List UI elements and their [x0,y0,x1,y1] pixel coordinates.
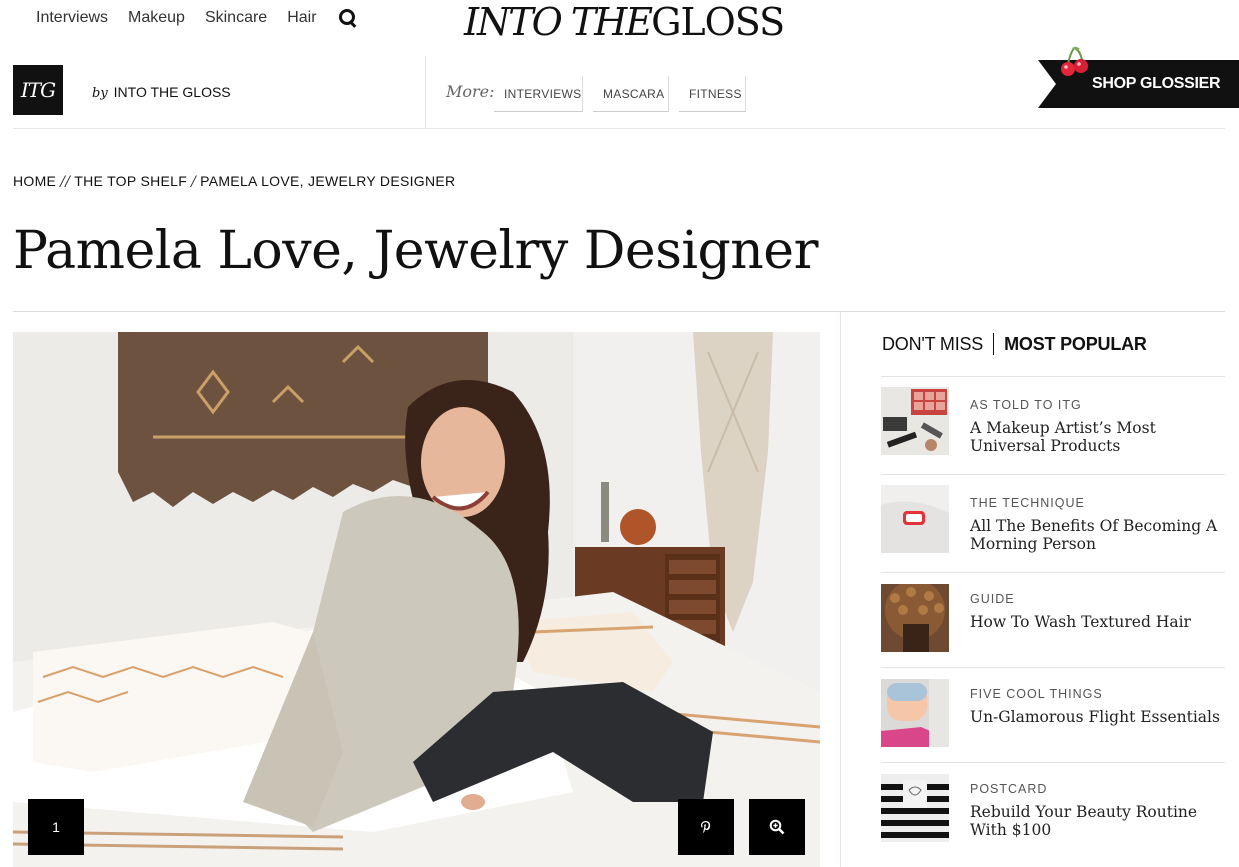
item-headline[interactable]: A Makeup Artist’s Most Universal Product… [970,419,1225,455]
thumbnail-makeup-products[interactable] [881,387,949,455]
itg-badge[interactable]: ITG [13,65,63,115]
logo-gloss: GLOSS [651,0,785,44]
thumbnail-alarm-clock[interactable] [881,485,949,553]
byline: by INTO THE GLOSS [92,84,231,101]
item-headline[interactable]: How To Wash Textured Hair [970,613,1225,631]
thumbnail-postcard[interactable] [881,774,949,842]
shop-label: SHOP GLOSSIER [1092,75,1221,92]
item-headline[interactable]: All The Benefits Of Becoming A Morning P… [970,517,1225,553]
tab-most-popular[interactable]: MOST POPULAR [1004,334,1147,355]
item-kicker: POSTCARD [970,782,1048,796]
breadcrumb-top-shelf[interactable]: THE TOP SHELF [74,173,187,189]
pinterest-icon[interactable] [678,799,734,855]
sidebar-divider [840,312,841,867]
hero-photo [13,332,820,867]
cherry-icon [1061,46,1088,76]
list-item[interactable]: AS TOLD TO ITG A Makeup Artist’s Most Un… [881,376,1225,474]
thumbnail-flight[interactable] [881,679,949,747]
title-divider [13,311,1225,312]
byline-author[interactable]: INTO THE GLOSS [114,84,231,100]
zoom-in-icon[interactable] [749,799,805,855]
search-icon[interactable] [338,9,357,27]
item-headline[interactable]: Rebuild Your Beauty Routine With $100 [970,803,1225,839]
item-kicker: THE TECHNIQUE [970,496,1085,510]
item-kicker: GUIDE [970,592,1015,606]
tag-mascara[interactable]: MASCARA [593,76,669,112]
byline-by: by [92,86,108,101]
page-title: Pamela Love, Jewelry Designer [13,221,818,281]
list-item[interactable]: POSTCARD Rebuild Your Beauty Routine Wit… [881,762,1225,857]
tag-fitness[interactable]: FITNESS [679,76,746,112]
breadcrumb-sep: // [60,174,71,190]
tab-separator [993,333,995,355]
thumbnail-textured-hair[interactable] [881,584,949,652]
item-kicker: AS TOLD TO ITG [970,398,1082,412]
primary-nav: Interviews Makeup Skincare Hair [36,9,357,27]
divider [425,56,426,128]
nav-hair[interactable]: Hair [287,9,316,27]
item-headline[interactable]: Un-Glamorous Flight Essentials [970,708,1225,726]
nav-skincare[interactable]: Skincare [205,9,267,27]
list-item[interactable]: GUIDE How To Wash Textured Hair [881,572,1225,667]
site-logo[interactable]: INTO THEGLOSS [464,0,785,44]
tag-interviews[interactable]: INTERVIEWS [494,76,583,112]
logo-into-the: INTO THE [464,0,653,44]
tab-dont-miss[interactable]: DON'T MISS [882,334,983,355]
item-kicker: FIVE COOL THINGS [970,687,1103,701]
nav-makeup[interactable]: Makeup [128,9,185,27]
sidebar-tabs: DON'T MISS MOST POPULAR [882,333,1147,355]
breadcrumb-current: PAMELA LOVE, JEWELRY DESIGNER [200,173,456,189]
list-item[interactable]: FIVE COOL THINGS Un-Glamorous Flight Ess… [881,667,1225,762]
popular-list: AS TOLD TO ITG A Makeup Artist’s Most Un… [881,376,1225,857]
hero-image[interactable]: 1 [13,332,820,867]
nav-interviews[interactable]: Interviews [36,9,108,27]
slide-counter[interactable]: 1 [28,799,84,855]
author-bar: ITG by INTO THE GLOSS More: INTERVIEWS MA… [13,56,1225,129]
list-item[interactable]: THE TECHNIQUE All The Benefits Of Becomi… [881,474,1225,572]
breadcrumb: HOME//THE TOP SHELF / PAMELA LOVE, JEWELRY… [13,173,455,190]
breadcrumb-home[interactable]: HOME [13,173,56,189]
more-label: More: [446,82,495,101]
breadcrumb-sep: / [191,174,197,190]
